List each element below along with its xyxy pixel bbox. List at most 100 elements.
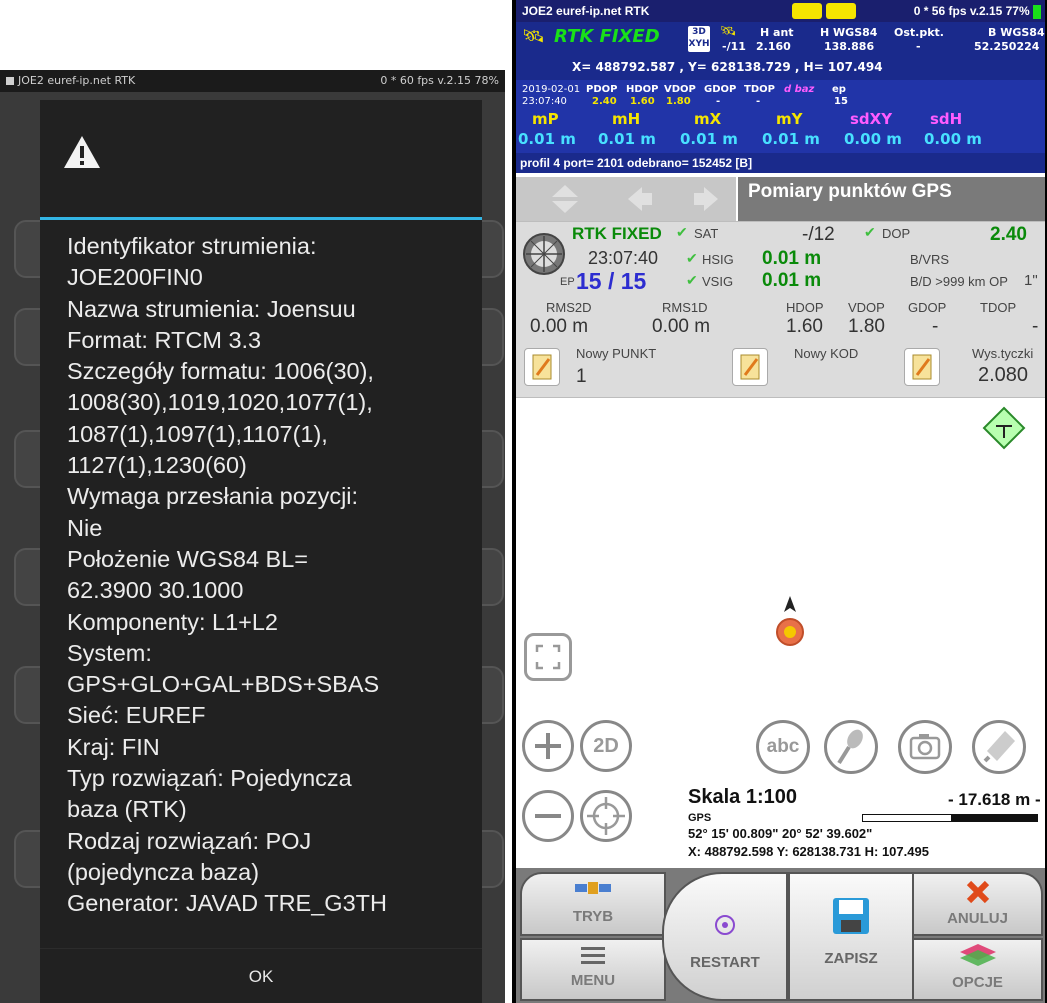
signal-icon <box>826 3 856 19</box>
north-indicator-icon[interactable] <box>982 406 1026 450</box>
dialog-line: (pojedyncza baza) <box>67 858 260 885</box>
dialog-line: Generator: JAVAD TRE_G3TH <box>67 890 387 917</box>
page-title: Pomiary punktów GPS <box>748 181 952 202</box>
status-title: JOE2 euref-ip.net RTK <box>18 74 136 87</box>
dialog-line: GPS+GLO+GAL+BDS+SBAS <box>67 671 380 698</box>
pencil-icon <box>740 354 760 380</box>
time: 23:07:40 <box>522 96 567 107</box>
vdop-value: 1.80 <box>848 316 885 337</box>
dialog-line: JOE200FIN0 <box>67 264 203 291</box>
status-bar: JOE2 euref-ip.net RTK 0 * 56 fps v.2.15 … <box>516 0 1045 22</box>
mh-value: 0.01 m <box>598 130 656 148</box>
camera-icon <box>909 734 941 760</box>
sat-value: -/12 <box>802 224 835 245</box>
new-point-edit-button[interactable] <box>524 348 560 386</box>
save-label: ZAPISZ <box>824 950 878 967</box>
cancel-button[interactable]: ANULUJ <box>912 872 1043 936</box>
pdop-header: PDOP <box>586 84 618 95</box>
sdh-value: 0.00 m <box>924 130 982 148</box>
new-code-edit-button[interactable] <box>732 348 768 386</box>
options-button[interactable]: OPCJE <box>912 938 1043 1001</box>
lat-lon: 52° 15' 00.809" 20° 52' 39.602" <box>688 826 873 841</box>
flashlight-icon <box>983 731 1015 763</box>
d-baz-header: d baz <box>784 84 815 95</box>
dialog-line: System: <box>67 639 152 666</box>
bottom-toolbar: TRYB MENU RESTART ZAPISZ ANULUJ OPCJE <box>516 868 1045 1003</box>
date: 2019-02-01 <box>522 84 581 95</box>
pole-height-edit-button[interactable] <box>904 348 940 386</box>
layers-icon <box>959 944 996 966</box>
restart-button[interactable]: RESTART <box>662 872 788 1001</box>
rms2d-label: RMS2D <box>546 300 592 315</box>
voice-note-button[interactable] <box>824 720 878 774</box>
ep-label: EP <box>560 276 575 288</box>
check-icon: ✔ <box>686 272 698 288</box>
fullscreen-button[interactable] <box>524 633 572 681</box>
gdop-header: GDOP <box>704 84 737 95</box>
sdxy-header: sdXY <box>850 110 893 128</box>
zoom-out-button[interactable] <box>522 790 574 842</box>
h-ant-label: H ant <box>760 26 794 39</box>
stream-info-dialog: Identyfikator strumienia: JOE200FIN0 Naz… <box>40 100 482 1003</box>
menu-button[interactable]: MENU <box>520 938 666 1001</box>
op-value: 1" <box>1024 272 1038 289</box>
flashlight-button[interactable] <box>972 720 1026 774</box>
mp-value: 0.01 m <box>518 130 576 148</box>
map-view[interactable]: 2D abc Skala 1:100 - 17.618 m - GPS 52° … <box>516 398 1045 868</box>
my-value: 0.01 m <box>762 130 820 148</box>
mode-button[interactable]: TRYB <box>520 872 666 936</box>
save-button[interactable]: ZAPISZ <box>788 872 914 1001</box>
gps-label: GPS <box>688 812 712 824</box>
menu-label: MENU <box>570 972 616 989</box>
label-toggle-button[interactable]: abc <box>756 720 810 774</box>
minus-icon <box>535 814 561 818</box>
mp-header: mP <box>532 110 559 128</box>
2d-mode-button[interactable]: 2D <box>580 720 632 772</box>
dialog-line: Położenie WGS84 BL= <box>67 545 309 572</box>
b-wgs-value: 52.250224 <box>974 40 1040 53</box>
dop-value: 2.40 <box>990 224 1027 245</box>
tdop-label: TDOP <box>980 300 1017 315</box>
profile-line: profil 4 port= 2101 odebrano= 152452 [B] <box>516 153 1045 173</box>
status-bar: JOE2 euref-ip.net RTK 0 * 60 fps v.2.15 … <box>0 70 505 92</box>
dialog-line: Rodzaj rozwiązań: POJ <box>67 827 312 854</box>
mode-3d-badge: 3D XYH <box>688 26 710 52</box>
gps-status-panel: RTK FIXED ✔ SAT -/12 ✔ DOP 2.40 23:07:40… <box>516 221 1045 398</box>
dialog-line: baza (RTK) <box>67 796 187 823</box>
check-icon: ✔ <box>686 250 698 266</box>
dialog-line: Identyfikator strumienia: <box>67 233 317 259</box>
dialog-line: Komponenty: L1+L2 <box>67 608 279 635</box>
new-code-label: Nowy KOD <box>794 346 859 361</box>
dop-panel: 2019-02-01 23:07:40 PDOP HDOP VDOP GDOP … <box>516 80 1045 153</box>
vdop-label: VDOP <box>848 300 885 315</box>
bvrs-label: B/VRS <box>910 252 950 267</box>
b-wgs-label: B WGS84 <box>988 26 1045 39</box>
ok-button[interactable]: OK <box>40 949 482 1003</box>
dialog-line: Wymaga przesłania pozycji: <box>67 483 359 510</box>
up-down-arrow-icon[interactable] <box>548 183 582 215</box>
right-phone-screen: JOE2 euref-ip.net RTK 0 * 56 fps v.2.15 … <box>512 0 1047 1003</box>
hdop-header: HDOP <box>626 84 659 95</box>
status-info: 0 * 60 fps v.2.15 78% <box>380 74 499 87</box>
hsig-label: HSIG <box>702 252 734 267</box>
mh-header: mH <box>612 110 641 128</box>
vdop-header: VDOP <box>664 84 696 95</box>
floppy-disk-icon <box>833 898 869 934</box>
compass-icon[interactable] <box>522 232 566 276</box>
center-location-button[interactable] <box>580 790 632 842</box>
pdop-value: 2.40 <box>592 96 617 107</box>
arrow-left-icon[interactable] <box>626 185 654 213</box>
mode-label: TRYB <box>572 908 614 925</box>
tdop-header: TDOP <box>744 84 775 95</box>
dialog-line: 1008(30),1019,1020,1077(1), <box>67 389 373 416</box>
plus-icon <box>535 733 561 759</box>
gdop-label: GDOP <box>908 300 947 315</box>
photo-button[interactable] <box>898 720 952 774</box>
arrow-right-icon[interactable] <box>692 185 720 213</box>
dialog-button-bar: OK <box>40 948 482 1003</box>
pole-height-label: Wys.tyczki <box>972 346 1034 361</box>
zoom-in-button[interactable] <box>522 720 574 772</box>
new-point-value: 1 <box>576 366 587 387</box>
status-info: 0 * 56 fps v.2.15 77% <box>914 0 1041 22</box>
bd-label: B/D >999 km OP <box>910 274 1008 289</box>
